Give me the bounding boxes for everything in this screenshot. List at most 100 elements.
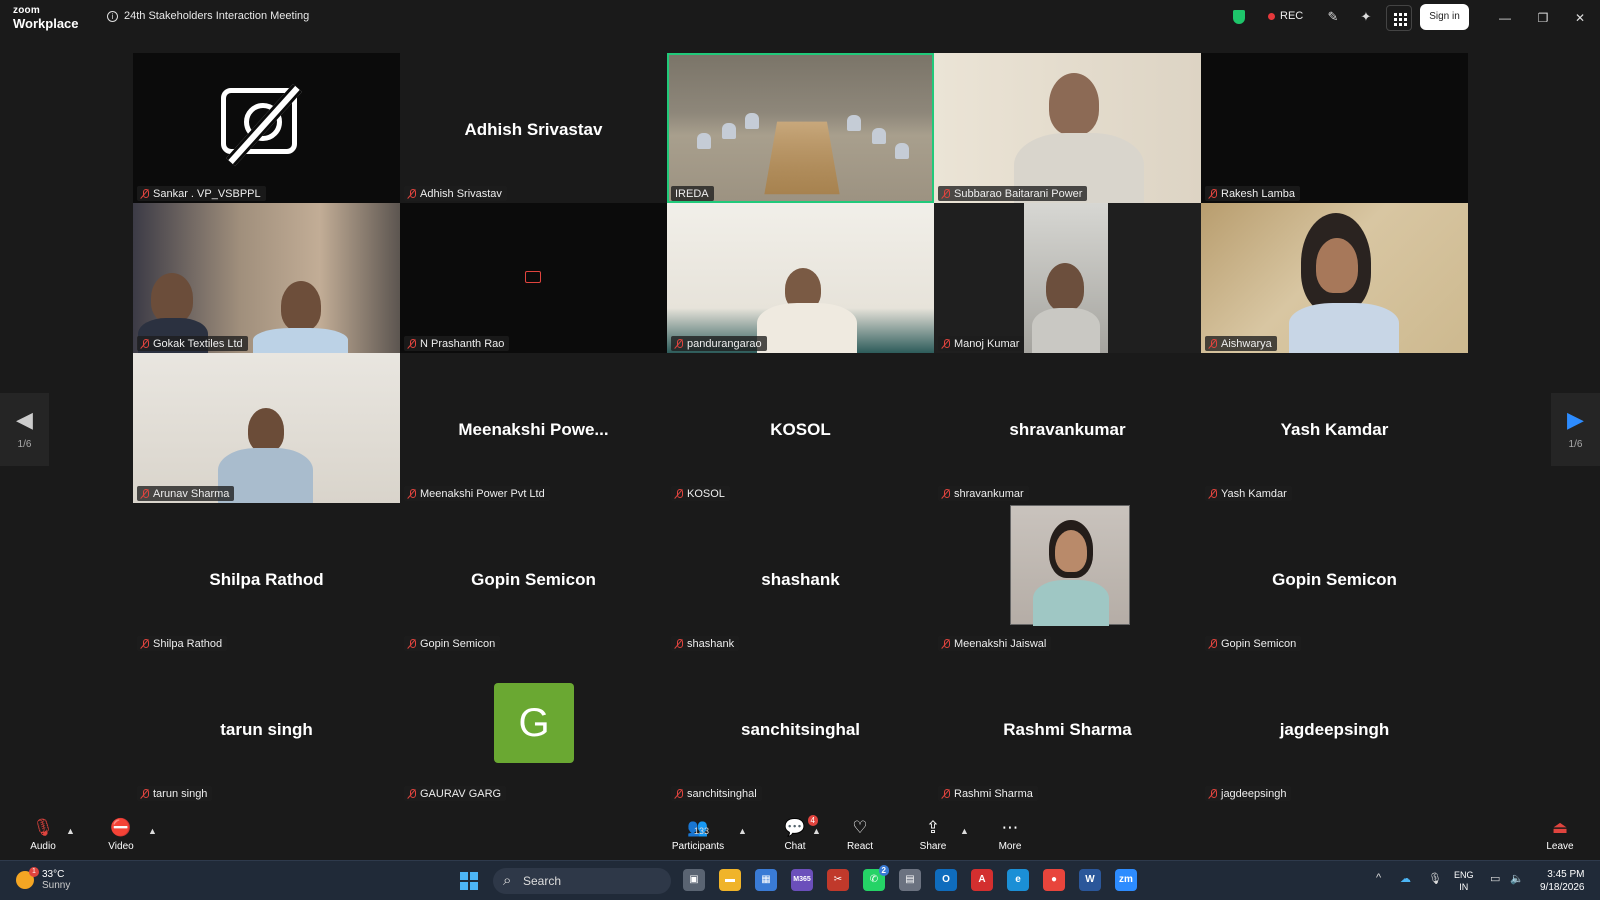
participant-tile[interactable]: tarun singh tarun singh (133, 653, 400, 803)
participant-tile[interactable]: pandurangarao (667, 203, 934, 353)
snipping-tool-icon[interactable]: ✂ (827, 869, 849, 891)
mic-off-icon: 🎙 (32, 818, 54, 837)
next-page-button[interactable]: ▶ 1/6 (1551, 393, 1600, 466)
participant-name: Sankar . VP_VSBPPL (153, 187, 261, 200)
pen-icon[interactable]: ✎ (1325, 9, 1341, 25)
tray-chevron-icon[interactable]: ^ (1376, 872, 1381, 884)
participant-tile[interactable]: Sankar . VP_VSBPPL (133, 53, 400, 203)
file-explorer-icon[interactable]: ▬ (719, 869, 741, 891)
calculator-icon[interactable]: ▤ (899, 869, 921, 891)
weather-widget[interactable]: 1 33°C Sunny (16, 867, 70, 891)
zoom-app-icon[interactable]: zm (1115, 869, 1137, 891)
store-icon[interactable]: ▦ (755, 869, 777, 891)
mic-muted-icon (1209, 188, 1217, 199)
chrome-icon[interactable]: ● (1043, 869, 1065, 891)
edge-icon[interactable]: e (1007, 869, 1029, 891)
participant-tile[interactable]: Meenakshi Jaiswal (934, 503, 1201, 653)
participant-tile[interactable]: jagdeepsingh jagdeepsingh (1201, 653, 1468, 803)
acrobat-icon[interactable]: A (971, 869, 993, 891)
sparkle-icon[interactable]: ✦ (1358, 9, 1374, 25)
share-icon: ⇪ (925, 818, 941, 837)
apps-grid-icon[interactable] (1386, 5, 1412, 31)
react-button[interactable]: ♡ React (843, 817, 877, 852)
meeting-info[interactable]: i 24th Stakeholders Interaction Meeting (107, 10, 309, 22)
participant-tile[interactable]: Gopin Semicon Gopin Semicon (400, 503, 667, 653)
whatsapp-icon[interactable]: ✆ 2 (863, 865, 889, 891)
start-button[interactable] (460, 872, 478, 890)
participant-tile[interactable]: Aishwarya (1201, 203, 1468, 353)
audio-button[interactable]: 🎙 Audio (28, 817, 58, 852)
participant-tile[interactable]: N Prashanth Rao (400, 203, 667, 353)
more-button[interactable]: ⋯ More (993, 817, 1027, 852)
participant-name: Rashmi Sharma (954, 787, 1033, 800)
onedrive-icon[interactable]: ☁ (1400, 872, 1411, 885)
participant-tag: Manoj Kumar (938, 336, 1025, 351)
participant-tile[interactable]: Gopin Semicon Gopin Semicon (1201, 503, 1468, 653)
leave-icon: ⏏ (1551, 818, 1569, 837)
participant-tile[interactable]: Manoj Kumar (934, 203, 1201, 353)
info-icon[interactable]: i (107, 10, 118, 22)
participant-tag: Aishwarya (1205, 336, 1277, 351)
share-button[interactable]: ⇪ Share (916, 817, 950, 852)
share-options-caret[interactable]: ▲ (960, 826, 969, 836)
mic-muted-icon (141, 188, 149, 199)
participant-tile[interactable]: Meenakshi Powe... Meenakshi Power Pvt Lt… (400, 353, 667, 503)
restore-icon[interactable]: ❐ (1533, 8, 1553, 28)
participant-tile[interactable]: Adhish Srivastav Adhish Srivastav (400, 53, 667, 203)
outlook-icon[interactable]: O (935, 869, 957, 891)
system-clock[interactable]: 3:45 PM 9/18/2026 (1540, 868, 1585, 894)
participant-tile[interactable]: Arunav Sharma (133, 353, 400, 503)
participant-tile[interactable]: Subbarao Baitarani Power (934, 53, 1201, 203)
minimize-icon[interactable]: — (1495, 8, 1515, 28)
tray-mic-icon[interactable]: 🎙 (1428, 872, 1442, 885)
word-icon[interactable]: W (1079, 869, 1101, 891)
video-feed-person-body (1289, 303, 1399, 353)
participants-button[interactable]: 👥 133 Participants (668, 817, 728, 852)
close-icon[interactable]: ✕ (1570, 8, 1590, 28)
participant-tile[interactable]: Yash Kamdar Yash Kamdar (1201, 353, 1468, 503)
audio-options-caret[interactable]: ▲ (66, 826, 75, 836)
whatsapp-badge: 2 (878, 865, 889, 876)
network-icon[interactable]: ▭ (1490, 872, 1500, 885)
participant-tag: Sankar . VP_VSBPPL (137, 186, 266, 201)
video-options-caret[interactable]: ▲ (148, 826, 157, 836)
participant-tile[interactable]: shravankumar shravankumar (934, 353, 1201, 503)
participant-tile[interactable]: sanchitsinghal sanchitsinghal (667, 653, 934, 803)
sign-in-button[interactable]: Sign in (1420, 4, 1469, 30)
participant-tile-active-speaker[interactable]: IREDA (667, 53, 934, 203)
participant-tag: GAURAV GARG (404, 786, 507, 801)
video-feed-person (248, 408, 284, 452)
participant-name: Gopin Semicon (1221, 637, 1297, 650)
participant-tile[interactable]: Gokak Textiles Ltd (133, 203, 400, 353)
participant-tile[interactable]: Rakesh Lamba (1201, 53, 1468, 203)
video-button[interactable]: ⛔ Video (104, 817, 138, 852)
lang-line2: IN (1459, 882, 1469, 892)
taskbar-search[interactable]: Search (493, 868, 671, 894)
participant-tile[interactable]: Shilpa Rathod Shilpa Rathod (133, 503, 400, 653)
participants-options-caret[interactable]: ▲ (738, 826, 747, 836)
mic-muted-icon (942, 338, 950, 349)
participant-name: IREDA (675, 187, 709, 200)
participant-display-name: Rashmi Sharma (1003, 720, 1132, 739)
participant-tag: KOSOL (671, 486, 730, 501)
recording-indicator[interactable]: REC (1268, 10, 1303, 22)
prev-page-button[interactable]: ◀ 1/6 (0, 393, 49, 466)
participant-tile[interactable]: shashank shashank (667, 503, 934, 653)
participant-tile[interactable]: Rashmi Sharma Rashmi Sharma (934, 653, 1201, 803)
zoom-logo: zoom Workplace (13, 6, 79, 31)
participant-tag: Gokak Textiles Ltd (137, 336, 248, 351)
shield-icon[interactable] (1233, 10, 1245, 24)
chat-options-caret[interactable]: ▲ (812, 826, 821, 836)
task-view-icon[interactable]: ▣ (683, 869, 705, 891)
m365-icon[interactable]: M365 (791, 869, 813, 891)
participant-tile[interactable]: KOSOL KOSOL (667, 353, 934, 503)
participant-display-name: Yash Kamdar (1280, 420, 1389, 439)
chat-button[interactable]: 💬 4 Chat (778, 815, 818, 852)
leave-button[interactable]: ⏏ Leave (1543, 817, 1577, 852)
video-feed-person (281, 281, 321, 331)
mic-muted-icon (408, 188, 416, 199)
volume-icon[interactable]: 🔈 (1510, 872, 1524, 885)
language-indicator[interactable]: ENG IN (1454, 869, 1474, 893)
chat-badge: 4 (807, 815, 818, 826)
participant-tile[interactable]: G GAURAV GARG (400, 653, 667, 803)
